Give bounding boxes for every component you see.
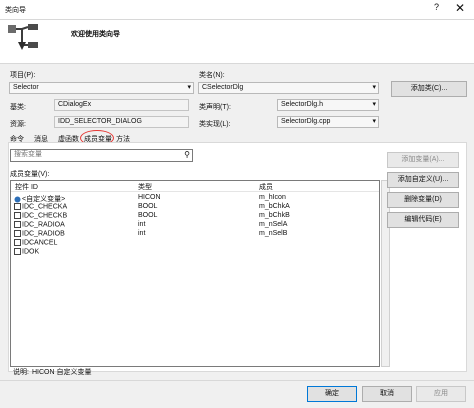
welcome-text: 欢迎使用类向导 (71, 31, 120, 38)
apply-button[interactable]: 应用 (416, 386, 466, 402)
base-class-field: CDialogEx (54, 99, 189, 111)
description-text: HICON 自定义变量 (32, 369, 92, 376)
column-header-control-id[interactable]: 控件 ID (15, 182, 38, 192)
table-row[interactable]: IDCANCEL (11, 239, 379, 248)
member-variable-list[interactable]: 控件 ID 类型 成员 <自定义变量> HICON m_hIcon IDC_CH… (10, 180, 380, 367)
row-control-id: <自定义变量> (22, 196, 66, 203)
edit-code-button[interactable]: 编辑代码(E) (387, 212, 459, 228)
control-icon (14, 230, 21, 237)
ok-button[interactable]: 确定 (307, 386, 357, 402)
base-class-label: 基类: (10, 104, 26, 111)
control-icon (14, 248, 21, 255)
class-impl-value: SelectorDlg.cpp (281, 118, 331, 125)
column-header-type[interactable]: 类型 (138, 182, 152, 192)
control-icon (14, 221, 21, 228)
row-member: m_bChkA (259, 203, 290, 210)
row-type: HICON (138, 194, 161, 201)
header-band (0, 20, 474, 64)
search-input[interactable]: 搜索变量 ⚲ (10, 149, 193, 162)
row-control-id: IDC_CHECKB (22, 212, 68, 220)
control-icon (14, 203, 21, 210)
row-control-id: IDC_RADIOA (22, 221, 65, 229)
control-icon (14, 212, 21, 219)
description-label: 说明: (13, 369, 29, 376)
row-type: BOOL (138, 203, 158, 210)
footer-separator (0, 380, 474, 381)
list-header: 控件 ID 类型 成员 (11, 181, 379, 192)
row-control-id: IDCANCEL (22, 239, 58, 247)
row-type: int (138, 221, 146, 228)
project-label: 项目(P): (10, 72, 36, 79)
table-row[interactable]: IDC_CHECKA BOOL m_bChkA (11, 203, 379, 212)
delete-variable-button[interactable]: 删除变量(D) (387, 192, 459, 208)
members-label: 成员变量(V): (10, 171, 50, 178)
column-header-member[interactable]: 成员 (259, 182, 273, 192)
add-class-button[interactable]: 添加类(C)... (391, 81, 467, 97)
classname-select[interactable]: CSelectorDlg (198, 82, 379, 94)
row-type: int (138, 230, 146, 237)
row-member: m_nSelB (259, 230, 288, 237)
table-row[interactable]: IDC_CHECKB BOOL m_bChkB (11, 212, 379, 221)
search-icon: ⚲ (184, 150, 190, 159)
classname-value: CSelectorDlg (202, 84, 244, 91)
resource-field: IDD_SELECTOR_DIALOG (54, 116, 189, 128)
class-wizard-logo-icon (8, 24, 38, 50)
row-member: m_nSelA (259, 221, 288, 228)
table-row[interactable]: IDOK (11, 248, 379, 257)
class-decl-value: SelectorDlg.h (281, 101, 324, 108)
control-icon (14, 239, 21, 246)
row-member: m_hIcon (259, 194, 286, 201)
add-variable-button[interactable]: 添加变量(A)... (387, 152, 459, 168)
table-row[interactable]: <自定义变量> HICON m_hIcon (11, 194, 379, 203)
row-control-id: IDC_CHECKA (22, 203, 68, 211)
add-custom-button[interactable]: 添加自定义(U)... (387, 172, 459, 188)
close-button[interactable]: ✕ (455, 1, 465, 15)
search-placeholder: 搜索变量 (14, 151, 42, 158)
cancel-button[interactable]: 取消 (362, 386, 412, 402)
project-select[interactable]: Selector (9, 82, 194, 94)
var-icon (14, 196, 21, 203)
list-scrollbar[interactable] (381, 180, 390, 367)
table-row[interactable]: IDC_RADIOA int m_nSelA (11, 221, 379, 230)
class-impl-label: 类实现(L): (199, 121, 231, 128)
row-type: BOOL (138, 212, 158, 219)
row-control-id: IDOK (22, 248, 40, 256)
class-decl-select[interactable]: SelectorDlg.h (277, 99, 379, 111)
title-bar (0, 0, 474, 20)
class-decl-label: 类声明(T): (199, 104, 231, 111)
project-value: Selector (13, 84, 39, 91)
class-impl-select[interactable]: SelectorDlg.cpp (277, 116, 379, 128)
resource-label: 资源: (10, 121, 26, 128)
table-row[interactable]: IDC_RADIOB int m_nSelB (11, 230, 379, 239)
classname-label: 类名(N): (199, 72, 225, 79)
help-button[interactable]: ? (434, 2, 439, 12)
row-member: m_bChkB (259, 212, 290, 219)
window-title: 类向导 (5, 7, 26, 14)
row-control-id: IDC_RADIOB (22, 230, 65, 238)
